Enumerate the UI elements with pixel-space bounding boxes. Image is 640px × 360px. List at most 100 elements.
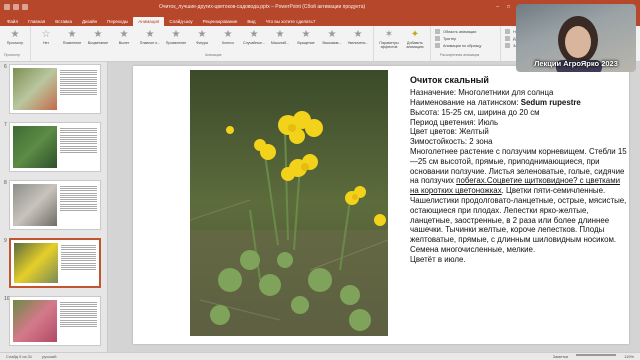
text-line xyxy=(61,247,96,249)
text-line xyxy=(60,74,97,76)
text-line xyxy=(61,245,96,246)
animation-option-0[interactable]: ☆ Нет xyxy=(33,29,59,55)
side-items-2[interactable]: Анимация по образцу xyxy=(435,43,496,48)
animation-star-icon: ★ xyxy=(145,28,155,40)
slide-number: 9 xyxy=(4,238,7,244)
tab-9[interactable]: Что вы хотите сделать? xyxy=(261,17,321,26)
sedum-photo[interactable] xyxy=(190,70,388,336)
text-line xyxy=(60,308,97,310)
text-line xyxy=(60,310,97,312)
text-line xyxy=(60,207,97,209)
text-line xyxy=(60,89,97,91)
animation-option-3[interactable]: ★ Вылет xyxy=(111,29,137,55)
slide-thumbnail[interactable] xyxy=(9,296,101,346)
animation-option-10[interactable]: ★ Вращение xyxy=(293,29,319,55)
text-line xyxy=(61,262,96,264)
text-line xyxy=(60,132,97,134)
preview-button[interactable]: ★ Просмотр xyxy=(2,29,28,55)
bloom-note: Цветёт в июле. xyxy=(410,254,466,264)
text-line xyxy=(60,76,97,78)
tab-8[interactable]: Вид xyxy=(242,17,260,26)
text-line xyxy=(60,317,97,319)
text-line xyxy=(60,145,97,147)
thumbnail-photo xyxy=(14,243,58,283)
slides-panel[interactable]: 6 7 8 9 10 xyxy=(0,62,108,352)
animation-option-1[interactable]: ★ Появление xyxy=(59,29,85,55)
slide-number: 8 xyxy=(4,180,7,186)
text-line xyxy=(60,152,97,154)
animation-star-icon: ★ xyxy=(249,28,259,40)
text-line xyxy=(61,269,96,271)
text-line xyxy=(60,306,97,308)
minimize-icon[interactable]: – xyxy=(496,4,499,10)
tab-4[interactable]: Переходы xyxy=(102,17,133,26)
slide-thumbnail[interactable] xyxy=(9,238,101,288)
animation-star-icon: ★ xyxy=(327,28,337,40)
size-line: Высота: 15-25 см, ширина до 20 см xyxy=(410,107,540,117)
animation-star-icon: ★ xyxy=(353,28,363,40)
current-slide[interactable]: Очиток скальный Назначение: Многолетники… xyxy=(133,66,629,344)
text-line xyxy=(60,87,97,89)
slide-thumbnail[interactable] xyxy=(9,122,101,172)
side-items-1[interactable]: Триггер xyxy=(435,36,496,41)
save-icon[interactable] xyxy=(4,4,10,10)
animation-option-8[interactable]: ★ Случайные... xyxy=(241,29,267,55)
text-line xyxy=(60,147,97,149)
tab-2[interactable]: Вставка xyxy=(50,17,77,26)
slide-text[interactable]: Очиток скальный Назначение: Многолетники… xyxy=(410,75,628,265)
animation-star-icon: ★ xyxy=(197,28,207,40)
text-line xyxy=(60,78,97,80)
animation-option-12[interactable]: ★ Увеличени... xyxy=(345,29,371,55)
thumbnail-photo xyxy=(13,68,57,110)
slide-thumbnail-row[interactable]: 6 xyxy=(0,62,108,114)
tab-3[interactable]: Дизайн xyxy=(77,17,102,26)
slide-thumbnail-row[interactable]: 9 xyxy=(0,236,108,288)
undo-icon[interactable] xyxy=(13,4,19,10)
add-animation-button[interactable]: ✦ Добавить анимацию xyxy=(402,29,428,55)
zoom-slider[interactable] xyxy=(576,354,617,356)
tab-5[interactable]: Анимация xyxy=(133,17,165,26)
animation-option-2[interactable]: ★ Выцветание xyxy=(85,29,111,55)
tab-1[interactable]: Главная xyxy=(23,17,50,26)
text-line xyxy=(60,143,97,145)
thumbnail-photo xyxy=(13,184,57,226)
tab-6[interactable]: Слайд-шоу xyxy=(164,17,197,26)
text-line xyxy=(60,199,97,201)
text-line xyxy=(60,134,97,136)
animation-option-5[interactable]: ★ Проявление xyxy=(163,29,189,55)
flower-color-line: Цвет цветов: Желтый xyxy=(410,127,489,137)
slide-thumbnail-row[interactable]: 7 xyxy=(0,120,108,172)
purpose-line: Назначение: Многолетники для солнца xyxy=(410,88,554,98)
slide-thumbnail-row[interactable]: 8 xyxy=(0,178,108,230)
text-line xyxy=(61,266,96,268)
slide-thumbnail[interactable] xyxy=(9,64,101,114)
option-icon xyxy=(435,29,440,34)
text-line xyxy=(61,258,96,260)
side-items-0[interactable]: Область анимации xyxy=(435,29,496,34)
thumbnail-text xyxy=(60,184,97,226)
tab-0[interactable]: Файл xyxy=(2,17,23,26)
animation-option-9[interactable]: ★ Масштаб... xyxy=(267,29,293,55)
option-icon xyxy=(435,43,440,48)
preview-group-label: Просмотр xyxy=(4,53,20,57)
text-line xyxy=(61,260,96,262)
slide-thumbnail[interactable] xyxy=(9,180,101,230)
text-line xyxy=(60,91,97,93)
animation-option-7[interactable]: ★ Колесо xyxy=(215,29,241,55)
animation-option-6[interactable]: ★ Фигура xyxy=(189,29,215,55)
animation-option-11[interactable]: ★ Выскакив... xyxy=(319,29,345,55)
advanced-group-label: Расширенная анимация xyxy=(440,53,480,57)
maximize-icon[interactable]: □ xyxy=(507,4,510,10)
zoom-level[interactable]: 119% xyxy=(624,354,634,359)
tab-7[interactable]: Рецензирование xyxy=(198,17,243,26)
text-line xyxy=(60,321,97,323)
text-line xyxy=(60,210,97,212)
text-line xyxy=(60,83,97,85)
slide-thumbnail-row[interactable]: 10 xyxy=(0,294,108,346)
animation-option-4[interactable]: ★ Плавное п... xyxy=(137,29,163,55)
notes-button[interactable]: Заметки xyxy=(553,354,568,359)
text-line xyxy=(60,72,97,74)
effect-options-button[interactable]: ✶ Параметры эффектов xyxy=(376,29,402,55)
status-bar: Слайд 9 из 31 русский Заметки 119% xyxy=(0,352,640,360)
language-indicator[interactable]: русский xyxy=(42,354,56,359)
